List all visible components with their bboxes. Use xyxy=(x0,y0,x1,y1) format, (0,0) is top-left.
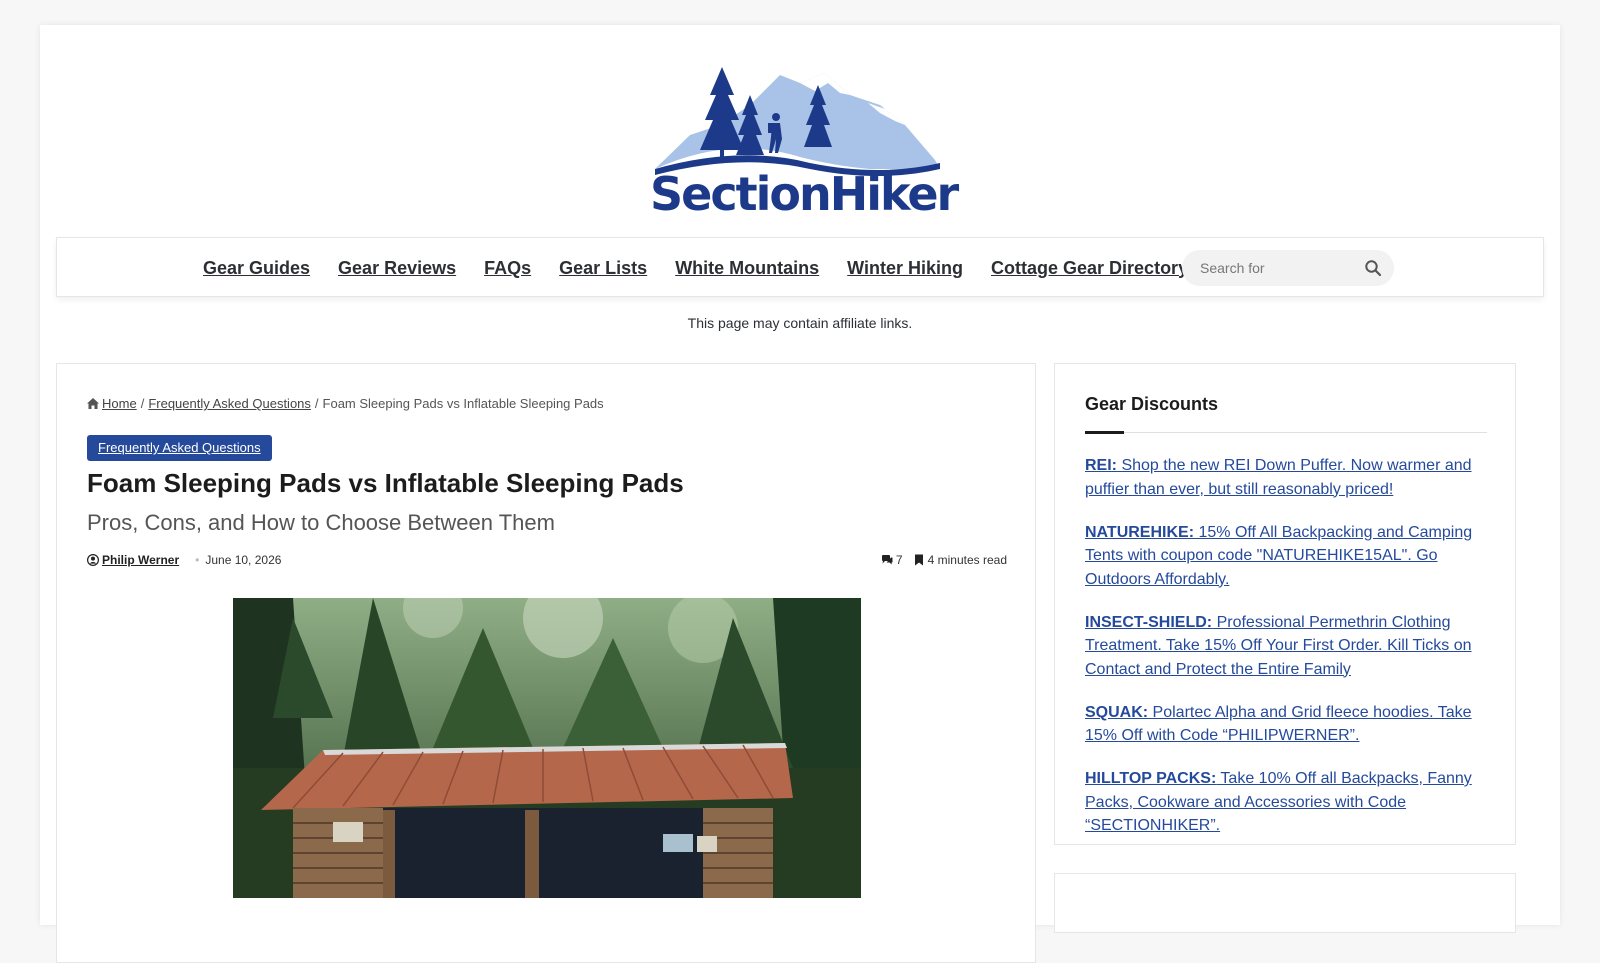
nav-item-cottage-gear-directory[interactable]: Cottage Gear Directory xyxy=(991,258,1188,279)
deal-brand: HILLTOP PACKS: xyxy=(1085,770,1217,787)
comments-icon[interactable] xyxy=(881,554,893,566)
post-title: Foam Sleeping Pads vs Inflatable Sleepin… xyxy=(87,468,684,498)
nav-item-winter-hiking[interactable]: Winter Hiking xyxy=(847,258,963,279)
breadcrumb-separator: / xyxy=(140,396,145,411)
deal-brand: NATUREHIKE: xyxy=(1085,523,1195,541)
deal-brand: REI: xyxy=(1085,457,1117,474)
widget-title: Gear Discounts xyxy=(1085,394,1219,414)
affiliate-notice: This page may contain affiliate links. xyxy=(687,315,913,331)
bookmark-icon xyxy=(914,554,923,566)
nav-menu: Gear Guides Gear Reviews FAQs Gear Lists… xyxy=(203,238,1216,298)
post-date: June 10, 2026 xyxy=(205,553,282,567)
article-container: Home / Frequently Asked Questions / Foam… xyxy=(56,363,1036,963)
nav-item-gear-lists[interactable]: Gear Lists xyxy=(559,258,647,279)
deal-text: Shop the new REI Down Puffer. Now warmer… xyxy=(1085,457,1472,498)
logo-text: SectionHiker xyxy=(650,167,959,221)
user-icon xyxy=(87,554,99,566)
read-time: 4 minutes read xyxy=(927,553,1007,567)
breadcrumb-home-link[interactable]: Home xyxy=(102,396,137,411)
post-meta: Philip Werner • June 10, 2026 7 4 minute… xyxy=(87,553,1007,571)
site-container: SectionHiker Gear Guides Gear Reviews FA… xyxy=(40,25,1560,963)
nav-item-gear-reviews[interactable]: Gear Reviews xyxy=(338,258,456,279)
post-meta-left: Philip Werner • June 10, 2026 xyxy=(87,553,281,567)
deal-link-insect-shield[interactable]: INSECT-SHIELD: Professional Permethrin C… xyxy=(1085,611,1495,682)
deal-link-naturehike[interactable]: NATUREHIKE: 15% Off All Backpacking and … xyxy=(1085,521,1495,592)
shelter-photo xyxy=(233,598,861,898)
deal-link-squak[interactable]: SQUAK: Polartec Alpha and Grid fleece ho… xyxy=(1085,701,1495,748)
category-badge[interactable]: Frequently Asked Questions xyxy=(87,435,272,461)
breadcrumb-current: Foam Sleeping Pads vs Inflatable Sleepin… xyxy=(322,396,604,411)
deals-list: REI: Shop the new REI Down Puffer. Now w… xyxy=(1085,454,1495,857)
search-box xyxy=(1182,250,1394,286)
deal-link-rei[interactable]: REI: Shop the new REI Down Puffer. Now w… xyxy=(1085,454,1495,501)
post-meta-right: 7 4 minutes read xyxy=(881,553,1007,567)
widget-divider xyxy=(1085,432,1487,433)
widget-divider-accent xyxy=(1085,431,1124,434)
breadcrumb: Home / Frequently Asked Questions / Foam… xyxy=(87,396,604,411)
site-logo[interactable]: SectionHiker xyxy=(650,65,959,225)
sidebar-widget-next xyxy=(1054,873,1516,933)
deal-brand: INSECT-SHIELD: xyxy=(1085,613,1213,631)
author-link[interactable]: Philip Werner xyxy=(102,553,179,567)
sidebar-gear-discounts: Gear Discounts REI: Shop the new REI Dow… xyxy=(1054,363,1516,845)
post-subtitle: Pros, Cons, and How to Choose Between Th… xyxy=(87,510,555,535)
home-icon xyxy=(87,398,99,409)
nav-item-gear-guides[interactable]: Gear Guides xyxy=(203,258,310,279)
breadcrumb-category-link[interactable]: Frequently Asked Questions xyxy=(148,396,311,411)
breadcrumb-separator: / xyxy=(314,396,319,411)
deal-brand: SQUAK: xyxy=(1085,703,1149,721)
nav-item-faqs[interactable]: FAQs xyxy=(484,258,531,279)
featured-image xyxy=(233,598,861,898)
deal-link-hilltop-packs[interactable]: HILLTOP PACKS: Take 10% Off all Backpack… xyxy=(1085,767,1495,838)
main-navigation: Gear Guides Gear Reviews FAQs Gear Lists… xyxy=(56,237,1544,297)
nav-item-white-mountains[interactable]: White Mountains xyxy=(675,258,819,279)
search-icon[interactable] xyxy=(1364,259,1382,277)
comments-count[interactable]: 7 xyxy=(896,553,903,567)
meta-dot: • xyxy=(195,553,200,567)
search-input[interactable] xyxy=(1200,260,1360,276)
